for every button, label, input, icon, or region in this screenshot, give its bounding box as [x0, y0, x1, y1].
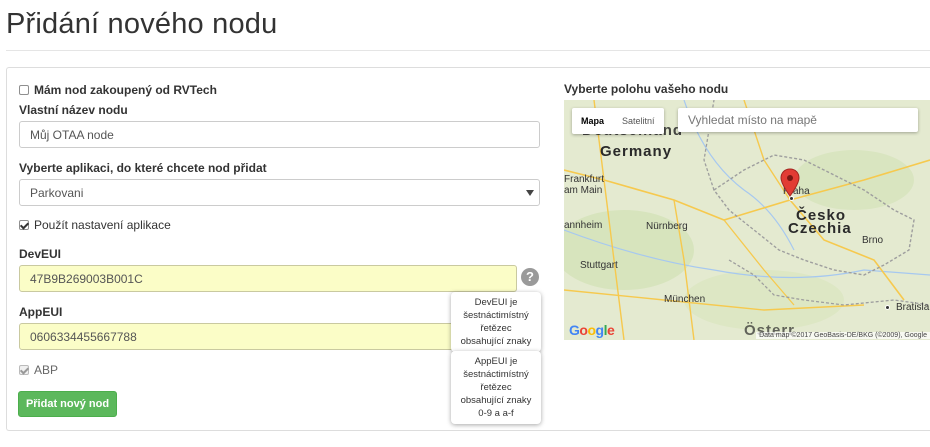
app-eui-input[interactable]: 0606334455667788: [19, 323, 517, 350]
map-country-label: Czechia: [788, 220, 852, 237]
app-eui-value: 0606334455667788: [30, 329, 137, 344]
application-select[interactable]: Parkovani: [19, 179, 540, 206]
map-type-satellite-button[interactable]: Satelitní: [613, 108, 664, 134]
page-title: Přidání nového nodu: [6, 8, 278, 40]
tooltip-line: šestnáctimístný: [463, 369, 529, 380]
map-attribution[interactable]: Data map ©2017 GeoBasis-DE/BKG (©2009), …: [756, 332, 930, 339]
map-city-label: Nürnberg: [646, 221, 688, 232]
app-eui-tooltip: AppEUI je šestnáctimístný řetězec obsahu…: [451, 351, 541, 424]
tooltip-line: obsahující znaky: [460, 395, 532, 406]
map-label: Vyberte polohu vašeho nodu: [564, 82, 729, 96]
city-dot: [885, 305, 890, 310]
map-city-label: am Main: [564, 185, 603, 196]
node-name-label: Vlastní název nodu: [19, 103, 128, 117]
map-city-label: Stuttgart: [580, 260, 618, 271]
map-type-map-button[interactable]: Mapa: [572, 108, 613, 134]
tooltip-line: DevEUI je: [474, 297, 518, 308]
question-circle-icon[interactable]: ?: [521, 268, 539, 286]
tooltip-line: AppEUI je: [474, 356, 518, 367]
application-selected-value: Parkovani: [30, 185, 84, 200]
dev-eui-tooltip: DevEUI je šestnáctimístný řetězec obsahu…: [451, 292, 541, 352]
map-pin-icon[interactable]: [780, 168, 800, 198]
map-country-label: Germany: [600, 143, 673, 160]
abp-row: ABP: [19, 363, 58, 377]
use-app-settings-row[interactable]: Použít nastavení aplikace: [19, 218, 171, 232]
use-app-settings-label: Použít nastavení aplikace: [34, 218, 171, 232]
map-view[interactable]: Deutschland Germany Česko Czechia Österr…: [564, 100, 930, 340]
node-name-input[interactable]: Můj OTAA node: [19, 121, 540, 148]
map-search-input[interactable]: Vyhledat místo na mapě: [678, 108, 918, 132]
abp-checkbox: [19, 365, 29, 375]
node-name-value: Můj OTAA node: [30, 127, 114, 142]
map-city-label: Frankfurt: [564, 174, 605, 185]
map-city-label: München: [664, 294, 706, 305]
caret-down-icon: [526, 190, 534, 196]
tooltip-line: šestnáctimístný: [463, 310, 529, 321]
abp-label: ABP: [34, 363, 59, 377]
bought-checkbox[interactable]: [19, 85, 29, 95]
bought-checkbox-label: Mám nod zakoupený od RVTech: [34, 83, 217, 97]
bought-checkbox-row[interactable]: Mám nod zakoupený od RVTech: [19, 83, 217, 97]
dev-eui-input[interactable]: 47B9B269003B001C: [19, 265, 517, 292]
add-node-button[interactable]: Přidat nový nod: [18, 391, 117, 417]
tooltip-line: řetězec: [480, 323, 512, 334]
map-type-control: Mapa Satelitní: [572, 108, 664, 134]
map-search-placeholder: Vyhledat místo na mapě: [688, 113, 817, 127]
dev-eui-label: DevEUI: [19, 247, 62, 261]
title-divider: [6, 50, 930, 51]
use-app-settings-checkbox[interactable]: [19, 220, 29, 230]
dev-eui-value: 47B9B269003B001C: [30, 271, 143, 286]
google-logo: Google: [569, 322, 615, 338]
map-city-label: annheim: [564, 220, 603, 231]
application-label: Vyberte aplikaci, do které chcete nod př…: [19, 161, 267, 175]
map-city-label: Brno: [862, 235, 884, 246]
map-city-label: Bratisla: [896, 302, 930, 313]
tooltip-line: obsahující znaky: [460, 336, 532, 347]
tooltip-line: 0-9 a a-f: [478, 408, 514, 419]
tooltip-line: řetězec: [480, 382, 512, 393]
app-eui-label: AppEUI: [19, 305, 63, 319]
